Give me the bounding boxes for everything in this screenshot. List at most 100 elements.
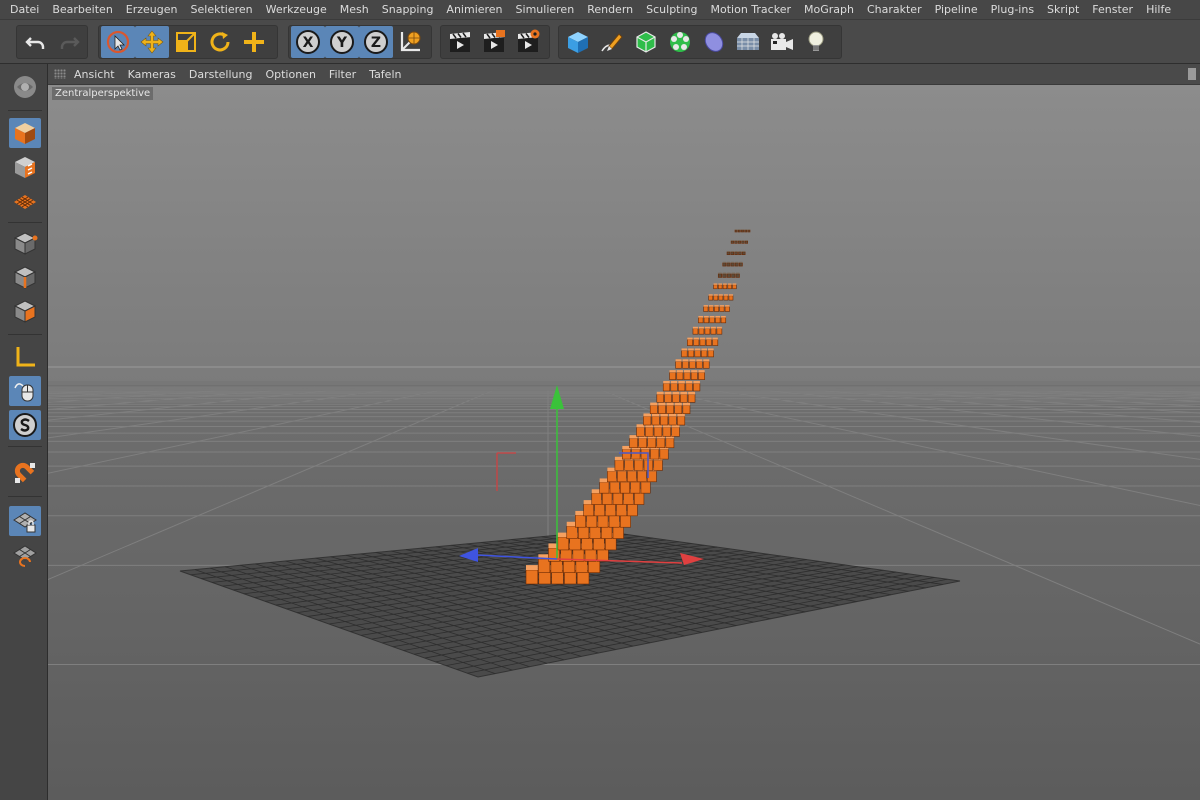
clone-cube [689, 359, 696, 369]
clone-cube [730, 250, 734, 256]
clone-cube [699, 337, 706, 346]
workplane-button[interactable] [9, 540, 41, 570]
clone-cube [677, 413, 686, 426]
render-view-button[interactable] [443, 26, 477, 58]
clone-cube [726, 261, 731, 267]
viewport[interactable]: Zentralperspektive [48, 85, 1200, 800]
cube-button[interactable] [561, 26, 595, 58]
viewport-scene[interactable] [48, 85, 1200, 800]
edges-mode-button[interactable] [9, 262, 41, 292]
menu-skript[interactable]: Skript [1047, 3, 1079, 16]
object-group [558, 25, 842, 59]
axis-mode-button[interactable] [9, 342, 41, 372]
clone-cube [525, 565, 539, 585]
viewport-menu-ansicht[interactable]: Ansicht [74, 68, 115, 81]
clone-cube [742, 250, 746, 256]
clone-cube [666, 402, 674, 414]
clone-cube [709, 315, 715, 324]
workplane-lock-button[interactable] [9, 506, 41, 536]
clone-cube [675, 359, 682, 369]
axis-group: X Y Z [288, 25, 432, 59]
viewport-menu-darstellung[interactable]: Darstellung [189, 68, 253, 81]
clone-cube [693, 337, 700, 346]
redo-button[interactable] [52, 26, 85, 58]
solo-button[interactable] [9, 410, 41, 440]
snap-icon [14, 462, 35, 483]
floor-button[interactable] [731, 26, 765, 58]
model-mode-button[interactable] [9, 118, 41, 148]
workplane-lock-icon [13, 512, 37, 533]
clone-cube [744, 240, 748, 244]
recent-tool-button[interactable] [237, 26, 271, 58]
viewport-menu-filter[interactable]: Filter [329, 68, 356, 81]
menu-simulieren[interactable]: Simulieren [516, 3, 575, 16]
live-selection-button[interactable] [101, 26, 135, 58]
tweak-mode-button[interactable] [9, 376, 41, 406]
viewport-menu-kameras[interactable]: Kameras [128, 68, 176, 81]
clone-cube [710, 326, 717, 335]
clone-cube [668, 413, 677, 426]
make-editable-icon [14, 76, 36, 98]
menu-mesh[interactable]: Mesh [340, 3, 369, 16]
grip-icon[interactable] [54, 69, 66, 79]
clone-cube [649, 402, 658, 414]
workplane-mode-button[interactable] [9, 186, 41, 216]
menu-mograph[interactable]: MoGraph [804, 3, 854, 16]
menu-motion-tracker[interactable]: Motion Tracker [711, 3, 791, 16]
clone-cube [713, 283, 718, 290]
viewport-menu-optionen[interactable]: Optionen [265, 68, 315, 81]
clone-cube [664, 391, 672, 403]
menu-rendern[interactable]: Rendern [587, 3, 633, 16]
viewport-camera-label[interactable]: Zentralperspektive [52, 87, 154, 100]
menu-hilfe[interactable]: Hilfe [1146, 3, 1171, 16]
y-axis-button[interactable]: Y [325, 26, 359, 58]
viewport-layout-icon[interactable] [1188, 68, 1196, 80]
menu-datei[interactable]: Datei [10, 3, 39, 16]
polygons-mode-button[interactable] [9, 296, 41, 326]
clone-cube [703, 305, 709, 312]
menu-sculpting[interactable]: Sculpting [646, 3, 697, 16]
x-axis-button[interactable]: X [291, 26, 325, 58]
menu-plug-ins[interactable]: Plug-ins [991, 3, 1034, 16]
menu-pipeline[interactable]: Pipeline [935, 3, 978, 16]
points-mode-button[interactable] [9, 228, 41, 258]
coordinate-system-button[interactable] [393, 26, 427, 58]
rotate-button[interactable] [203, 26, 237, 58]
menu-erzeugen[interactable]: Erzeugen [126, 3, 178, 16]
snap-button[interactable] [9, 458, 41, 488]
menu-selektieren[interactable]: Selektieren [191, 3, 253, 16]
cloner-button[interactable] [663, 26, 697, 58]
menu-bearbeiten[interactable]: Bearbeiten [52, 3, 112, 16]
render-settings-button[interactable] [511, 26, 545, 58]
camera-button[interactable] [765, 26, 799, 58]
menu-animieren[interactable]: Animieren [446, 3, 502, 16]
clone-cube [636, 424, 645, 437]
menu-fenster[interactable]: Fenster [1092, 3, 1133, 16]
move-button[interactable] [135, 26, 169, 58]
clone-cube [737, 240, 741, 244]
clone-cube [692, 326, 699, 335]
svg-text:Z: Z [371, 35, 381, 51]
scale-button[interactable] [169, 26, 203, 58]
menu-werkzeuge[interactable]: Werkzeuge [266, 3, 327, 16]
make-editable-button[interactable] [9, 72, 41, 102]
viewport-menu-tafeln[interactable]: Tafeln [369, 68, 401, 81]
svg-text:Y: Y [336, 35, 348, 51]
undo-button[interactable] [19, 26, 52, 58]
clone-cube [722, 283, 728, 290]
pen-button[interactable] [595, 26, 629, 58]
clone-cube [672, 391, 680, 403]
texture-mode-button[interactable] [9, 152, 41, 182]
deformer-button[interactable] [697, 26, 731, 58]
menu-charakter[interactable]: Charakter [867, 3, 922, 16]
clone-cube [651, 413, 660, 426]
polygons-mode-icon [13, 300, 37, 323]
undo-icon [24, 37, 44, 49]
render-picture-viewer-button[interactable] [477, 26, 511, 58]
z-axis-button[interactable]: Z [359, 26, 393, 58]
subdivision-button[interactable] [629, 26, 663, 58]
menu-snapping[interactable]: Snapping [382, 3, 434, 16]
rotate-icon [210, 32, 230, 52]
light-button[interactable] [799, 26, 833, 58]
clone-cube [658, 402, 666, 414]
